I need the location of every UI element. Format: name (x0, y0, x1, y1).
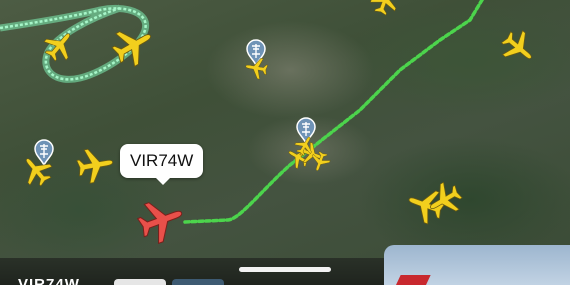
flight-map[interactable]: VIR74W VIR74W (0, 0, 570, 285)
holding-pattern-track (0, 4, 150, 83)
airport-pin-icon (246, 39, 266, 66)
airport-pin-icon (296, 117, 316, 144)
aircraft-photo[interactable] (384, 245, 570, 285)
flight-callout-label: VIR74W (130, 151, 194, 170)
plane-icon (495, 24, 542, 71)
sheet-drag-handle[interactable] (239, 267, 331, 272)
plane-icon (367, 0, 403, 19)
info-chip[interactable] (114, 279, 166, 285)
map-overlay (0, 0, 542, 249)
flight-callout[interactable]: VIR74W (120, 144, 204, 185)
bottom-flight-label: VIR74W (18, 276, 80, 285)
aircraft-tail-image (391, 275, 431, 285)
airport-pin-icon (34, 139, 54, 166)
plane-icon (74, 144, 117, 186)
info-chip[interactable] (172, 279, 224, 285)
selected-plane-icon (133, 192, 190, 249)
